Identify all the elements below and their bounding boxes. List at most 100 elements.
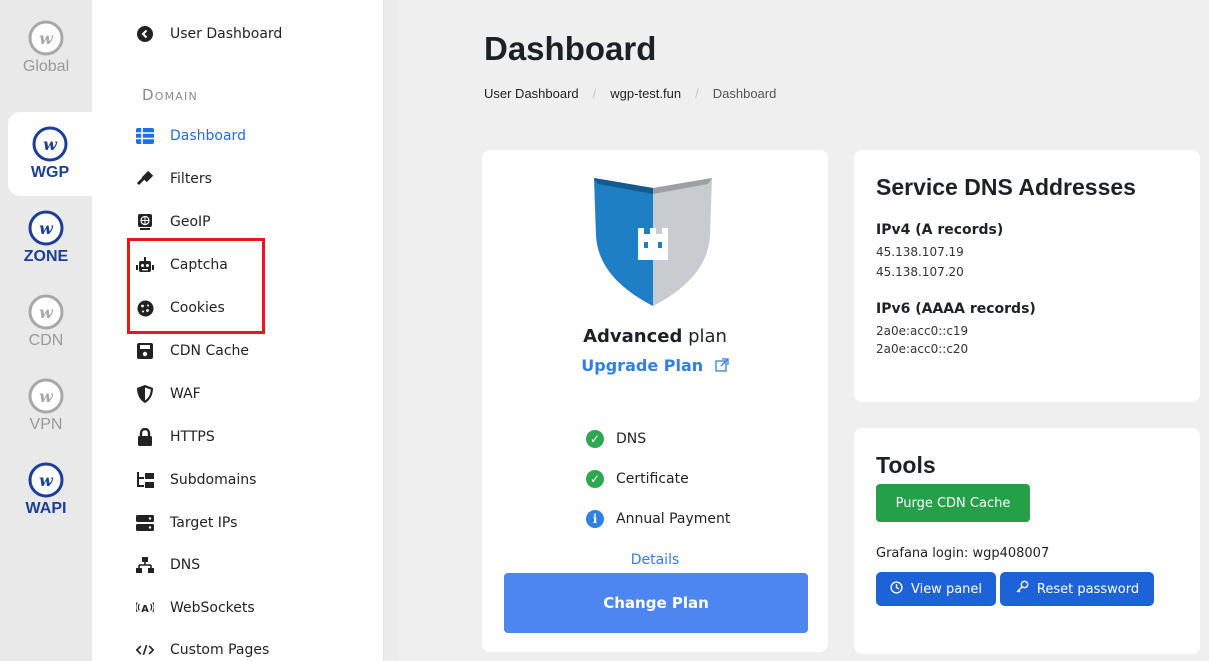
- save-icon: [136, 342, 154, 360]
- sidebar-item-dns[interactable]: DNS: [136, 553, 200, 577]
- ipv4-address: 45.138.107.20: [876, 265, 964, 279]
- svg-text:w: w: [39, 303, 54, 322]
- sidebar-item-label: Dashboard: [170, 128, 246, 144]
- rail-item-vpn[interactable]: w VPN: [0, 364, 92, 448]
- view-panel-button[interactable]: View panel: [876, 572, 996, 606]
- breadcrumb-separator: /: [592, 86, 597, 101]
- sidebar-item-target-ips[interactable]: Target IPs: [136, 511, 237, 535]
- gavel-icon: [136, 170, 154, 188]
- sidebar-item-label: Custom Pages: [170, 642, 270, 658]
- nav-section-label: Domain: [142, 86, 198, 104]
- ipv4-address: 45.138.107.19: [876, 245, 964, 259]
- sidebar-item-label: CDN Cache: [170, 343, 250, 359]
- tree-icon: [136, 471, 154, 489]
- code-icon: [136, 641, 154, 659]
- feature-annual-payment: i Annual Payment: [586, 510, 730, 528]
- sidebar-item-dashboard[interactable]: Dashboard: [136, 124, 246, 148]
- network-icon: [136, 556, 154, 574]
- sidebar-item-websockets[interactable]: A WebSockets: [136, 596, 255, 620]
- external-link-icon: [709, 356, 729, 375]
- server-icon: [136, 514, 154, 532]
- breadcrumb-current: Dashboard: [712, 86, 777, 101]
- sidebar-item-label: HTTPS: [170, 429, 215, 445]
- annotation-highlight-box: [127, 238, 265, 334]
- ipv6-address: 2a0e:acc0::c20: [876, 342, 969, 356]
- reset-password-button[interactable]: Reset password: [1000, 572, 1154, 606]
- tools-card: Tools Purge CDN Cache Grafana login: wgp…: [854, 428, 1200, 654]
- arrow-left-circle-icon: [136, 25, 154, 43]
- tools-card-title: Tools: [876, 452, 936, 478]
- grafana-login-text: Grafana login: wgp408007: [876, 546, 1050, 561]
- sidebar-item-waf[interactable]: WAF: [136, 382, 201, 406]
- sidebar-item-filters[interactable]: Filters: [136, 167, 212, 191]
- globe-icon: [136, 213, 154, 231]
- sidebar-item-label: Subdomains: [170, 472, 257, 488]
- plan-name-suffix: plan: [682, 326, 727, 347]
- svg-text:w: w: [43, 135, 58, 154]
- sidebar-divider: [384, 0, 398, 661]
- sidebar-item-label: Target IPs: [170, 515, 238, 531]
- sidebar-item-custom-pages[interactable]: Custom Pages: [136, 638, 269, 661]
- sidebar-item-cdn-cache[interactable]: CDN Cache: [136, 339, 249, 363]
- wgp-logo-icon: w: [28, 210, 64, 246]
- rail-item-label: WGP: [30, 164, 70, 181]
- service-dns-card: Service DNS Addresses IPv4 (A records) 4…: [854, 150, 1200, 402]
- sidebar-item-subdomains[interactable]: Subdomains: [136, 468, 256, 492]
- feature-label: DNS: [616, 431, 647, 447]
- reset-password-label: Reset password: [1036, 581, 1140, 597]
- sidebar-item-label: WAF: [170, 386, 201, 402]
- rail-item-cdn[interactable]: w CDN: [0, 280, 92, 364]
- svg-text:w: w: [39, 471, 54, 490]
- info-circle-icon: i: [586, 510, 604, 528]
- clock-icon: [890, 580, 903, 598]
- feature-label: Certificate: [616, 471, 689, 487]
- ipv6-heading: IPv6 (AAAA records): [876, 301, 1036, 317]
- ipv6-address: 2a0e:acc0::c19: [876, 324, 969, 338]
- feature-dns: ✓ DNS: [586, 430, 646, 448]
- check-circle-icon: ✓: [586, 470, 604, 488]
- change-plan-button[interactable]: Change Plan: [504, 573, 808, 633]
- main-content: Dashboard User Dashboard / wgp-test.fun …: [398, 0, 1209, 661]
- product-rail: w Global w WGP w ZONE w CDN w VPN w WAPI: [0, 0, 92, 661]
- svg-text:w: w: [39, 29, 54, 48]
- breadcrumb-separator: /: [695, 86, 699, 101]
- breadcrumb: User Dashboard / wgp-test.fun / Dashboar…: [484, 86, 776, 101]
- page-title: Dashboard: [484, 30, 657, 67]
- rail-item-label: ZONE: [23, 248, 69, 265]
- purge-cdn-cache-button[interactable]: Purge CDN Cache: [876, 484, 1030, 522]
- rail-item-global[interactable]: w Global: [0, 6, 92, 90]
- rail-item-zone[interactable]: w ZONE: [0, 196, 92, 280]
- shield-logo-icon: [594, 178, 712, 306]
- broadcast-icon: A: [136, 599, 154, 617]
- svg-text:w: w: [39, 387, 54, 406]
- sidebar-item-label: GeoIP: [170, 214, 211, 230]
- wgp-logo-icon: w: [28, 294, 64, 330]
- sidebar-item-label: DNS: [170, 557, 201, 573]
- key-icon: [1015, 580, 1029, 598]
- details-link[interactable]: Details: [482, 552, 828, 568]
- sidebar-item-geoip[interactable]: GeoIP: [136, 210, 211, 234]
- breadcrumb-domain[interactable]: wgp-test.fun: [610, 86, 681, 101]
- rail-item-wapi[interactable]: w WAPI: [0, 448, 92, 532]
- sidebar-item-https[interactable]: HTTPS: [136, 425, 215, 449]
- rail-item-label: VPN: [29, 416, 63, 433]
- ipv4-heading: IPv4 (A records): [876, 222, 1004, 238]
- wgp-logo-icon: w: [32, 126, 68, 162]
- upgrade-plan-label: Upgrade Plan: [581, 356, 704, 375]
- view-panel-label: View panel: [910, 581, 983, 597]
- wgp-logo-icon: w: [28, 462, 64, 498]
- back-label: User Dashboard: [170, 26, 283, 42]
- breadcrumb-user-dashboard[interactable]: User Dashboard: [484, 86, 579, 101]
- sidebar-item-label: WebSockets: [170, 600, 255, 616]
- table-icon: [136, 127, 154, 145]
- wgp-logo-icon: w: [28, 378, 64, 414]
- wgp-logo-icon: w: [28, 20, 64, 56]
- check-circle-icon: ✓: [586, 430, 604, 448]
- rail-item-label: Global: [22, 58, 70, 75]
- rail-item-wgp[interactable]: w WGP: [8, 112, 92, 196]
- upgrade-plan-link[interactable]: Upgrade Plan: [482, 356, 828, 375]
- feature-label: Annual Payment: [616, 511, 731, 527]
- dns-card-title: Service DNS Addresses: [876, 174, 1136, 200]
- feature-certificate: ✓ Certificate: [586, 470, 689, 488]
- back-to-user-dashboard[interactable]: User Dashboard: [136, 22, 282, 46]
